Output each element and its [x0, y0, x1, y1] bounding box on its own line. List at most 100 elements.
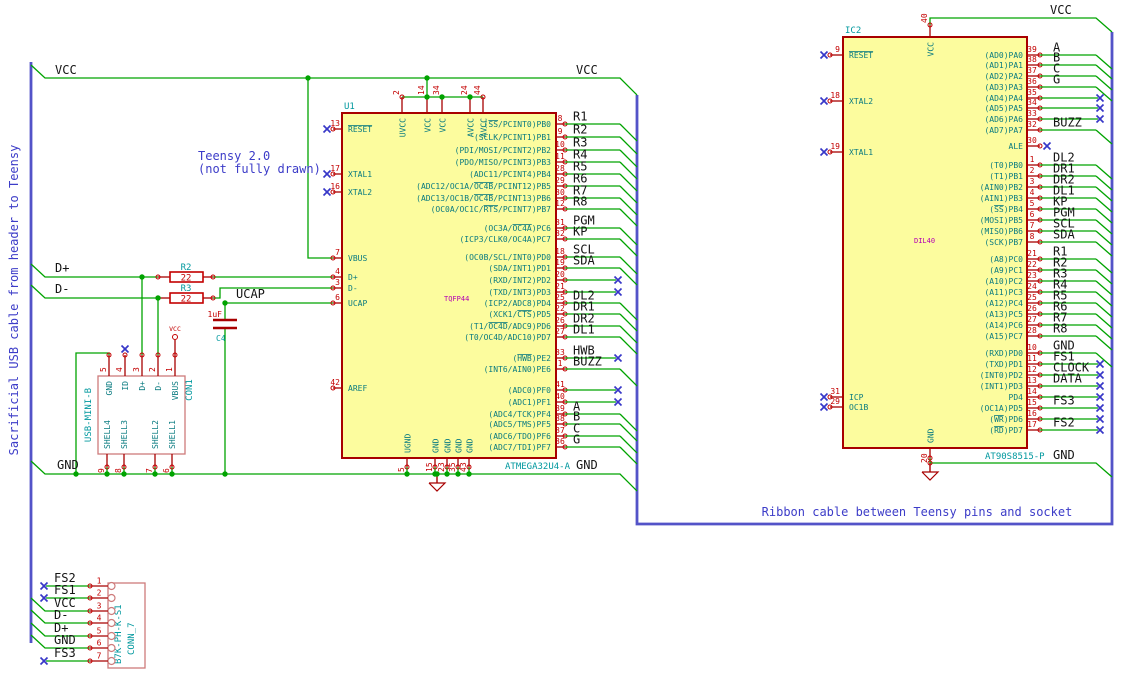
pin-name: (MOSI)PB5	[980, 216, 1024, 225]
pin-number: 6	[162, 468, 171, 473]
pin-number: 7	[1030, 221, 1035, 230]
pin-number: 32	[555, 229, 565, 238]
pin-number: 36	[1027, 77, 1037, 86]
net-label: R8	[573, 195, 587, 209]
pin-name: XTAL1	[849, 148, 873, 157]
bus-entry	[1095, 208, 1113, 224]
bus-entry	[619, 368, 638, 387]
net-label: VCC	[55, 63, 77, 77]
pin-number: 3	[97, 602, 102, 611]
pin-number: 30	[1027, 136, 1037, 145]
pin-name: (INT1)PD3	[980, 382, 1024, 391]
ic2-value: AT90S8515-P	[985, 452, 1045, 462]
pin-name: UCAP	[348, 299, 367, 308]
pin-number: 5	[397, 467, 406, 472]
conn7-reference: CONN_7	[127, 622, 137, 655]
pin-name: GND	[444, 438, 453, 453]
pin-number: 7	[145, 468, 154, 473]
pin-number: 39	[555, 404, 565, 413]
pin-name: (SS)PB4	[989, 205, 1023, 214]
junction-dot	[169, 471, 175, 477]
pin-name: (AD6)PA6	[984, 115, 1023, 124]
conn7-pin-circle	[107, 618, 116, 628]
pin-name: GND	[927, 428, 936, 443]
pin-number: 34	[1027, 98, 1037, 107]
pin-name: UGND	[404, 434, 413, 453]
pin-number: 41	[555, 380, 565, 389]
pin-number: 40	[920, 13, 929, 23]
pin-name: D+	[138, 381, 147, 391]
pin-name: VBUS	[171, 381, 180, 400]
pin-number: 18	[830, 91, 840, 100]
pin-name: OC1B	[849, 403, 868, 412]
pin-number: 16	[330, 182, 340, 191]
pin-name: XTAL2	[849, 97, 873, 106]
pin-number: 2	[392, 90, 401, 95]
ground-symbol	[428, 482, 447, 492]
pin-name: SHELL1	[168, 420, 177, 449]
r2-value: 22	[181, 274, 192, 284]
junction-dot	[121, 471, 127, 477]
pin-number: 20	[555, 270, 565, 279]
bus-entry	[1095, 280, 1113, 296]
u1-reference: U1	[344, 102, 355, 112]
bus-entry	[1095, 302, 1113, 318]
pin-number: 19	[830, 142, 840, 151]
pin-name: UVCC	[399, 118, 408, 137]
u1-value: ATMEGA32U4-A	[505, 462, 571, 472]
pin-number: 7	[335, 248, 340, 257]
pin-number: 1	[165, 367, 174, 372]
pin-number: 5	[99, 367, 108, 372]
net-label: VCC	[1050, 3, 1072, 17]
net-label: GND	[1053, 448, 1075, 462]
pin-number: 42	[330, 378, 340, 387]
bus-entry	[1095, 324, 1113, 340]
vcc-symbol-circle	[172, 334, 178, 340]
junction-dot	[424, 94, 430, 100]
bus-entry	[1095, 175, 1113, 191]
bus-entry	[1095, 313, 1113, 329]
pin-number: 27	[555, 327, 565, 336]
pin-number: 17	[330, 164, 340, 173]
junction-dot	[73, 471, 79, 477]
pin-name: (INT6/AIN0)PE6	[484, 365, 552, 374]
pin-name: (SDA/INT1)PD1	[488, 264, 551, 273]
pin-name: (T0)PB0	[989, 161, 1023, 170]
pin-name: (AD0)PA0	[984, 51, 1023, 60]
pin-name: RESET	[348, 125, 372, 134]
pin-name: ID	[121, 381, 130, 391]
pin-number: 28	[555, 164, 565, 173]
pin-name: ALE	[1009, 142, 1024, 151]
pin-number: 35	[1027, 88, 1037, 97]
pin-name: (RD)PD7	[989, 426, 1023, 435]
bus-entry	[1095, 164, 1113, 180]
pin-name: (PDO/MISO/PCINT3)PB3	[455, 158, 552, 167]
u1-footprint: TQFP44	[444, 295, 469, 303]
pin-number: 9	[558, 127, 563, 136]
pin-number: 35	[448, 462, 457, 472]
pin-number: 16	[1027, 409, 1037, 418]
pin-number: 26	[555, 316, 565, 325]
pin-name: (AD2)PA2	[984, 72, 1023, 81]
r3-reference: R3	[181, 284, 192, 294]
wire	[929, 17, 1113, 33]
ic2-footprint: DIL40	[914, 237, 935, 245]
vcc-symbol-label: VCC	[169, 325, 181, 333]
pin-number: 10	[1027, 343, 1037, 352]
note-teensy-2: (not fully drawn)	[198, 162, 321, 176]
pin-name: GND	[455, 438, 464, 453]
pin-number: 10	[555, 140, 565, 149]
pin-name: XTAL2	[348, 188, 372, 197]
pin-number: 23	[437, 462, 446, 472]
wire	[30, 64, 638, 96]
bus-entry	[1095, 269, 1113, 285]
pin-name: (AD1)PA1	[984, 61, 1023, 70]
pin-name: (RXD/INT2)PD2	[488, 276, 551, 285]
pin-number: 22	[1027, 260, 1037, 269]
junction-dot	[467, 94, 473, 100]
c4-value: 1uF	[208, 310, 223, 319]
pin-number: 20	[920, 453, 929, 463]
pin-number: 2	[148, 367, 157, 372]
pin-number: 30	[555, 188, 565, 197]
pin-name: (TXD)PD1	[984, 360, 1023, 369]
